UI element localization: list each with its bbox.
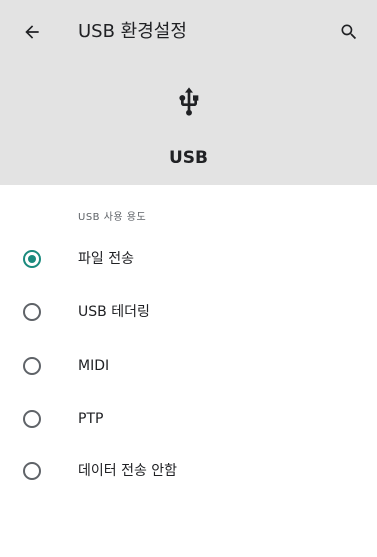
usb-header: USB [0,64,377,185]
option-usb-tethering[interactable]: USB 테더링 [0,286,377,338]
app-bar: USB 환경설정 [0,0,377,64]
search-button[interactable] [329,12,369,52]
usb-label: USB [168,148,208,168]
radio-button[interactable] [23,357,41,375]
arrow-back-icon [25,25,39,39]
radio-button[interactable] [23,410,41,428]
option-label: 파일 전송 [78,251,134,267]
option-file-transfer[interactable]: 파일 전송 [0,233,377,285]
page-title: USB 환경설정 [78,21,187,42]
option-no-data-transfer[interactable]: 데이터 전송 안함 [0,445,377,497]
option-label: 데이터 전송 안함 [78,463,178,479]
section-label-usb-usage: USB 사용 용도 [78,212,147,223]
radio-button[interactable] [23,462,41,480]
usb-icon [179,87,199,116]
radio-button-checked[interactable] [23,250,41,268]
option-ptp[interactable]: PTP [0,393,377,445]
option-midi[interactable]: MIDI [0,340,377,392]
option-label: USB 테더링 [78,304,150,320]
back-button[interactable] [12,12,52,52]
option-label: PTP [78,411,104,427]
option-label: MIDI [78,358,110,374]
radio-button[interactable] [23,303,41,321]
search-icon [341,24,357,40]
